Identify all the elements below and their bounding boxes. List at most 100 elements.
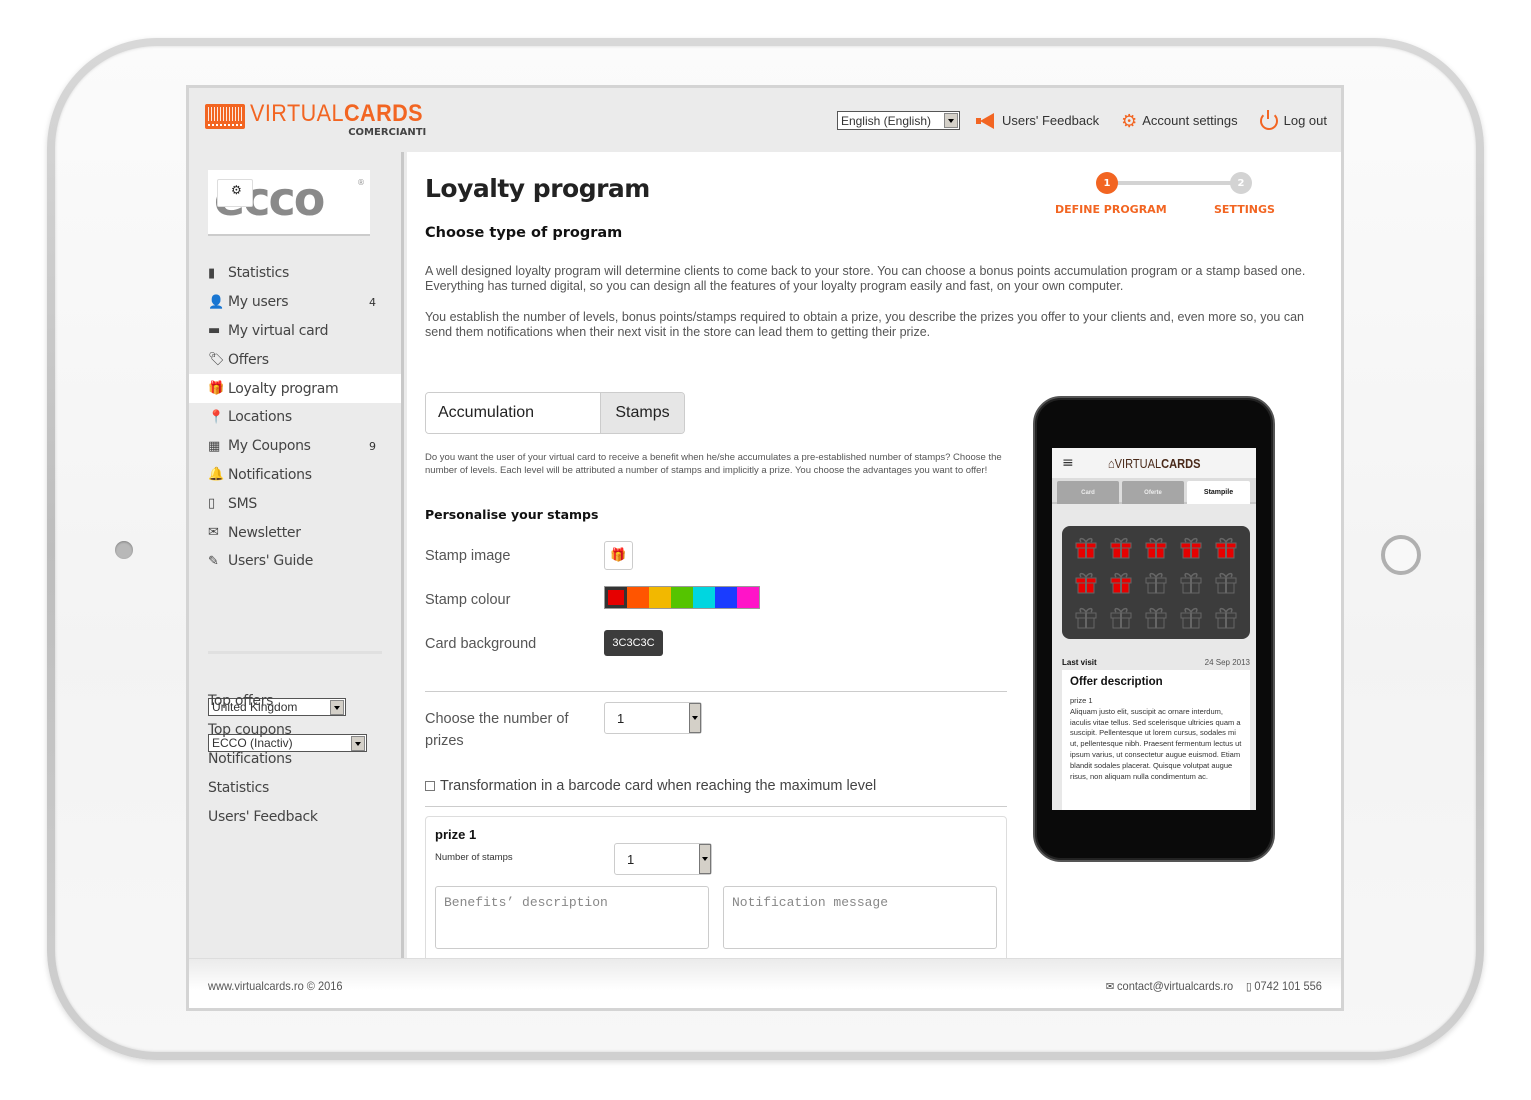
- stamp-image-picker[interactable]: 🎁: [604, 541, 633, 570]
- footer-phone[interactable]: ▯ 0742 101 556: [1246, 979, 1322, 993]
- tags-icon: 🏷: [208, 352, 225, 368]
- bell-icon: 🔔: [208, 467, 224, 483]
- intro-paragraph-2: You establish the number of levels, bonu…: [425, 310, 1304, 339]
- footer-phone-text: 0742 101 556: [1254, 979, 1322, 993]
- offer-body: prize 1 Aliquam justo elit, suscipit ac …: [1070, 696, 1242, 782]
- app-screen: VIRTUALCARDS COMERCIANTI English (Englis…: [186, 85, 1344, 1011]
- accumulation-option[interactable]: Accumulation: [426, 393, 601, 433]
- prizes-count-value: 1: [617, 710, 625, 726]
- barcode-transform-label: Transformation in a barcode card when re…: [440, 778, 877, 794]
- main-content: Loyalty program Choose type of program 1…: [407, 152, 1341, 958]
- gear-icon: ⚙: [1121, 110, 1138, 131]
- preview-last-visit: Last visit 24 Sep 2013: [1062, 658, 1250, 667]
- colour-swatch[interactable]: [605, 587, 627, 608]
- colour-swatch[interactable]: [649, 587, 671, 608]
- registered-mark: ®: [357, 178, 365, 187]
- sidebar-link-statistics[interactable]: Statistics: [208, 773, 318, 802]
- bar-chart-icon: ▮: [208, 265, 215, 281]
- offer-title: Offer description: [1070, 676, 1163, 688]
- account-settings-link[interactable]: ⚙ Account settings: [1121, 112, 1238, 130]
- sidebar-link-top-offers[interactable]: Top offers: [208, 687, 318, 716]
- barcode-transform-checkbox[interactable]: [425, 781, 435, 791]
- sidebar-item-notifications[interactable]: 🔔 Notifications: [189, 461, 401, 490]
- stamp-filled-icon: [1068, 565, 1103, 600]
- footer-copyright: www.virtualcards.ro © 2016: [208, 979, 343, 993]
- sidebar-item-offers[interactable]: 🏷 Offers: [189, 345, 401, 374]
- step-2-indicator[interactable]: 2: [1230, 172, 1252, 194]
- app-logo[interactable]: VIRTUALCARDS COMERCIANTI: [205, 102, 442, 138]
- stamp-image-label: Stamp image: [425, 548, 511, 564]
- brand-settings-button[interactable]: ⚙: [217, 179, 253, 207]
- step-connector: [1107, 181, 1242, 185]
- sidebar-item-label: Statistics: [228, 265, 289, 282]
- chevron-down-icon: [689, 703, 701, 733]
- offer-text: Aliquam justo elit, suscipit ac ornare i…: [1070, 706, 1242, 781]
- benefits-description-input[interactable]: [435, 886, 709, 949]
- sidebar-item-my-coupons[interactable]: ▦ My Coupons 9: [189, 432, 401, 461]
- number-of-stamps-select[interactable]: 1: [614, 843, 712, 875]
- users-feedback-link[interactable]: Users' Feedback: [975, 112, 1100, 129]
- stamp-empty-icon: [1068, 600, 1103, 635]
- tablet-home-button[interactable]: [1381, 535, 1421, 575]
- notification-message-input[interactable]: [723, 886, 997, 949]
- account-settings-label: Account settings: [1142, 113, 1238, 128]
- sidebar-item-label: Notifications: [228, 466, 312, 483]
- step-2-label[interactable]: SETTINGS: [1214, 203, 1275, 216]
- colour-swatch[interactable]: [715, 587, 737, 608]
- envelope-icon: ✉: [208, 525, 219, 541]
- sidebar-item-newsletter[interactable]: ✉ Newsletter: [189, 518, 401, 547]
- sidebar-item-sms[interactable]: ▯ SMS: [189, 489, 401, 518]
- sidebar-item-loyalty-program[interactable]: 🎁 Loyalty program: [189, 374, 401, 403]
- stamps-option[interactable]: Stamps: [601, 393, 684, 433]
- sidebar-item-label: Offers: [228, 351, 269, 368]
- sidebar-item-users-guide[interactable]: ✎ Users' Guide: [189, 547, 401, 576]
- intro-paragraph-1: A well designed loyalty program will det…: [425, 264, 1306, 293]
- preview-offer: Offer description prize 1 Aliquam justo …: [1062, 670, 1250, 810]
- prizes-count-select[interactable]: 1: [604, 702, 702, 734]
- card-background-picker[interactable]: 3C3C3C: [604, 630, 663, 656]
- preview-tab-card: Card: [1057, 481, 1119, 504]
- sidebar: ecco ® ⚙ ▮ Statistics 👤 My users 4 ▬ My virtua…: [189, 152, 404, 958]
- phone-screen: ≡ ⌂VIRTUALCARDS Card Oferte Stampile Las…: [1052, 448, 1256, 810]
- sidebar-divider: [208, 651, 382, 654]
- sidebar-item-locations[interactable]: 📍 Locations: [189, 403, 401, 432]
- megaphone-icon: [975, 112, 996, 129]
- barcode-transform-option[interactable]: Transformation in a barcode card when re…: [425, 778, 876, 794]
- sidebar-link-notifications[interactable]: Notifications: [208, 745, 318, 774]
- sidebar-item-my-users[interactable]: 👤 My users 4: [189, 288, 401, 317]
- step-1-indicator[interactable]: 1: [1096, 172, 1118, 194]
- sidebar-nav: ▮ Statistics 👤 My users 4 ▬ My virtual card 🏷 Of…: [189, 259, 401, 576]
- sidebar-item-statistics[interactable]: ▮ Statistics: [189, 259, 401, 288]
- footer-email[interactable]: ✉ contact@virtualcards.ro: [1106, 979, 1233, 993]
- prize-panel: prize 1 Number of stamps 1: [425, 816, 1007, 958]
- sidebar-item-my-virtual-card[interactable]: ▬ My virtual card: [189, 317, 401, 346]
- last-visit-date: 24 Sep 2013: [1204, 658, 1250, 667]
- language-select[interactable]: English (English): [836, 111, 960, 130]
- users-feedback-label: Users' Feedback: [1001, 113, 1100, 128]
- preview-header: ≡ ⌂VIRTUALCARDS: [1052, 448, 1256, 478]
- colour-swatch[interactable]: [693, 587, 715, 608]
- prize-title: prize 1: [435, 827, 477, 842]
- stamp-filled-icon: [1103, 565, 1138, 600]
- step-1-label[interactable]: DEFINE PROGRAM: [1055, 203, 1167, 216]
- sidebar-link-users-feedback[interactable]: Users' Feedback: [208, 802, 318, 831]
- chevron-down-icon: [699, 844, 711, 874]
- tablet-camera: [115, 541, 133, 559]
- coupon-icon: ▦: [208, 438, 220, 454]
- sidebar-link-top-coupons[interactable]: Top coupons: [208, 716, 318, 745]
- language-select-value: English (English): [840, 113, 931, 128]
- phone-preview: ≡ ⌂VIRTUALCARDS Card Oferte Stampile Las…: [1033, 396, 1275, 862]
- colour-swatch[interactable]: [627, 587, 649, 608]
- logout-link[interactable]: Log out: [1259, 109, 1327, 130]
- logo-subtitle: COMERCIANTI: [348, 127, 427, 138]
- stamp-colour-label: Stamp colour: [425, 592, 511, 608]
- sidebar-item-label: Newsletter: [228, 524, 301, 541]
- stamp-empty-icon: [1174, 600, 1209, 635]
- sidebar-secondary-links: Top offers Top coupons Notifications Statis…: [208, 687, 318, 831]
- colour-swatch[interactable]: [671, 587, 693, 608]
- colour-swatch[interactable]: [737, 587, 759, 608]
- sidebar-item-label: My virtual card: [228, 322, 329, 339]
- stamp-filled-icon: [1209, 530, 1244, 565]
- chevron-down-icon: [943, 113, 958, 128]
- sidebar-item-label: My users: [228, 294, 289, 311]
